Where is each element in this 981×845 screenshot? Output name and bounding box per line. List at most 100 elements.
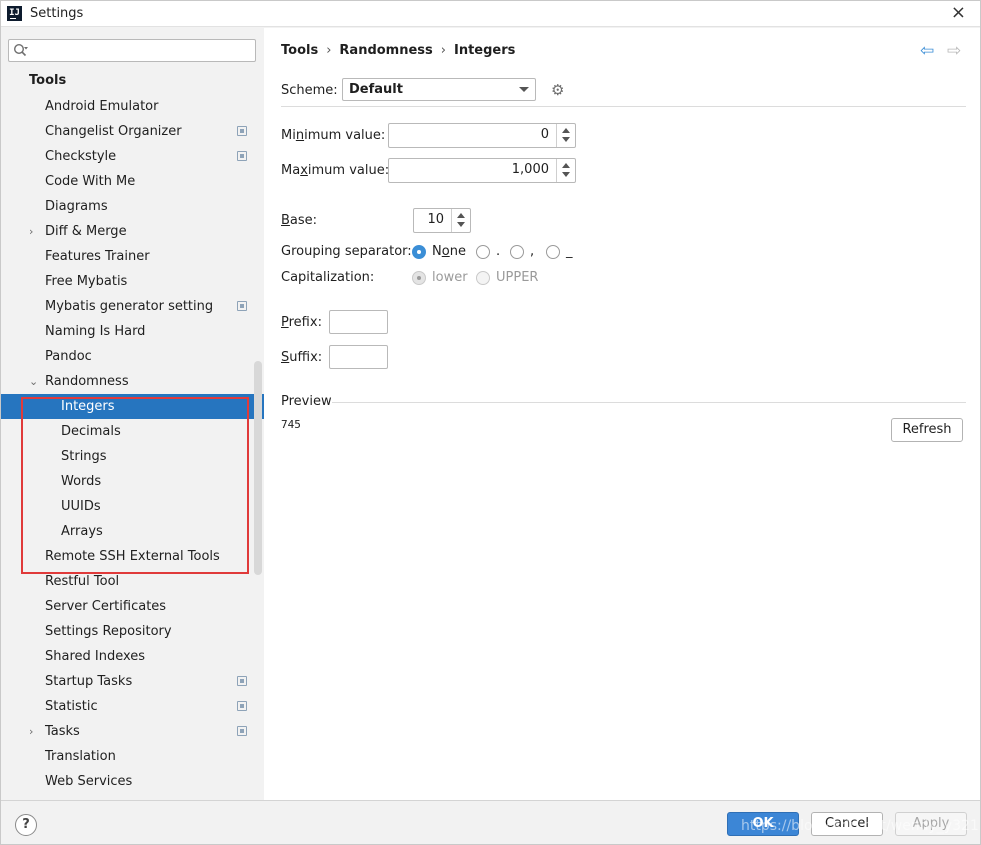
sidebar-item-arrays[interactable]: Arrays <box>1 519 253 544</box>
sidebar-item-server-certificates[interactable]: Server Certificates <box>1 594 253 619</box>
chevron-right-icon[interactable]: › <box>29 219 33 244</box>
search-icon <box>13 43 28 57</box>
grouping-comma-radio[interactable] <box>510 245 524 259</box>
chevron-down-icon[interactable]: ⌄ <box>29 369 38 394</box>
sidebar-item-restful-tool[interactable]: Restful Tool <box>1 569 253 594</box>
sidebar-item-decimals[interactable]: Decimals <box>1 419 253 444</box>
sidebar-item-label: Checkstyle <box>45 149 117 164</box>
label-part: imum value: <box>304 128 386 143</box>
sidebar-item-web-services[interactable]: Web Services <box>1 769 253 794</box>
project-level-icon <box>237 301 247 311</box>
breadcrumb-separator: › <box>440 43 446 58</box>
back-arrow-icon[interactable]: ⇦ <box>920 41 934 61</box>
capitalization-upper-radio[interactable] <box>476 271 490 285</box>
tree-section-header: Tools <box>29 73 67 88</box>
max-value-label: Maximum value: <box>281 163 389 178</box>
chevron-right-icon[interactable]: › <box>29 719 33 744</box>
sidebar-item-diagrams[interactable]: Diagrams <box>1 194 253 219</box>
sidebar-item-tasks[interactable]: › Tasks <box>1 719 253 744</box>
sidebar-item-mybatis-generator-setting[interactable]: Mybatis generator setting <box>1 294 253 319</box>
max-value-spinner[interactable]: 1,000 <box>388 158 576 183</box>
preview-divider <box>332 402 966 403</box>
spinner-up-icon[interactable] <box>562 163 570 168</box>
suffix-label: Suffix: <box>281 350 322 365</box>
grouping-period-radio[interactable] <box>476 245 490 259</box>
ok-button[interactable]: OK <box>727 812 799 836</box>
sidebar-item-label: Arrays <box>61 524 103 539</box>
window-title: Settings <box>30 6 84 21</box>
sidebar-item-code-with-me[interactable]: Code With Me <box>1 169 253 194</box>
sidebar-item-randomness[interactable]: ⌄ Randomness <box>1 369 253 394</box>
spinner-down-icon[interactable] <box>562 137 570 142</box>
capitalization-lower-radio[interactable] <box>412 271 426 285</box>
gear-icon[interactable]: ⚙ <box>551 81 564 99</box>
grouping-none-label[interactable]: None <box>432 244 466 259</box>
prefix-input[interactable] <box>329 310 388 334</box>
sidebar-item-startup-tasks[interactable]: Startup Tasks <box>1 669 253 694</box>
sidebar-item-label: Features Trainer <box>45 249 150 264</box>
settings-search[interactable] <box>8 39 256 62</box>
search-input[interactable] <box>31 42 249 59</box>
suffix-input[interactable] <box>329 345 388 369</box>
breadcrumb-integers: Integers <box>453 43 516 58</box>
spinner-buttons[interactable] <box>556 159 575 182</box>
breadcrumb-separator: › <box>326 43 332 58</box>
cancel-button[interactable]: Cancel <box>811 812 883 836</box>
close-icon[interactable]: × <box>951 3 966 23</box>
sidebar-item-label: Shared Indexes <box>45 649 146 664</box>
sidebar-item-features-trainer[interactable]: Features Trainer <box>1 244 253 269</box>
grouping-underscore-radio[interactable] <box>546 245 560 259</box>
label-part: refix: <box>288 315 322 330</box>
sidebar-item-settings-repository[interactable]: Settings Repository <box>1 619 253 644</box>
grouping-underscore-label[interactable]: _ <box>566 244 573 259</box>
help-icon[interactable]: ? <box>15 814 37 836</box>
spinner-buttons[interactable] <box>451 209 470 232</box>
sidebar-item-statistic[interactable]: Statistic <box>1 694 253 719</box>
sidebar-item-words[interactable]: Words <box>1 469 253 494</box>
sidebar-item-changelist-organizer[interactable]: Changelist Organizer <box>1 119 253 144</box>
prefix-label: Prefix: <box>281 315 322 330</box>
sidebar-item-remote-ssh-external-tools[interactable]: Remote SSH External Tools <box>1 544 253 569</box>
sidebar-item-checkstyle[interactable]: Checkstyle <box>1 144 253 169</box>
project-level-icon <box>237 126 247 136</box>
spinner-up-icon[interactable] <box>562 128 570 133</box>
sidebar-item-naming-is-hard[interactable]: Naming Is Hard <box>1 319 253 344</box>
title-bar: IJ Settings × <box>1 1 980 27</box>
base-value: 10 <box>427 212 444 227</box>
refresh-button[interactable]: Refresh <box>891 418 963 442</box>
spinner-down-icon[interactable] <box>562 172 570 177</box>
grouping-none-radio[interactable] <box>412 245 426 259</box>
apply-button[interactable]: Apply <box>895 812 967 836</box>
sidebar-item-diff-merge[interactable]: › Diff & Merge <box>1 219 253 244</box>
sidebar-item-label: Pandoc <box>45 349 92 364</box>
min-value-spinner[interactable]: 0 <box>388 123 576 148</box>
sidebar-scrollbar[interactable] <box>254 361 262 575</box>
label-part: Ma <box>281 163 301 178</box>
sidebar-item-pandoc[interactable]: Pandoc <box>1 344 253 369</box>
capitalization-upper-label[interactable]: UPPER <box>496 270 538 285</box>
grouping-period-label[interactable]: . <box>496 244 500 259</box>
sidebar-item-shared-indexes[interactable]: Shared Indexes <box>1 644 253 669</box>
dialog-footer: ? OK Cancel Apply https://blog.csdn.net/… <box>1 800 980 844</box>
spinner-up-icon[interactable] <box>457 213 465 218</box>
scheme-dropdown[interactable]: Default <box>342 78 536 101</box>
sidebar-item-strings[interactable]: Strings <box>1 444 253 469</box>
sidebar-item-uuids[interactable]: UUIDs <box>1 494 253 519</box>
base-spinner[interactable]: 10 <box>413 208 471 233</box>
sidebar-item-android-emulator[interactable]: Android Emulator <box>1 94 253 119</box>
sidebar-item-integers[interactable]: Integers <box>1 394 264 419</box>
spinner-down-icon[interactable] <box>457 222 465 227</box>
sidebar-item-label: Decimals <box>61 424 121 439</box>
forward-arrow-icon[interactable]: ⇨ <box>947 41 961 61</box>
sidebar-item-free-mybatis[interactable]: Free Mybatis <box>1 269 253 294</box>
sidebar-item-label: Remote SSH External Tools <box>45 549 220 564</box>
breadcrumb-randomness: Randomness <box>339 43 433 58</box>
sidebar-item-translation[interactable]: Translation <box>1 744 253 769</box>
sidebar-item-label: Startup Tasks <box>45 674 133 689</box>
grouping-comma-label[interactable]: , <box>530 244 534 259</box>
label-part: N <box>432 244 442 259</box>
capitalization-lower-label[interactable]: lower <box>432 270 468 285</box>
sidebar-item-label: Statistic <box>45 699 98 714</box>
sidebar-item-label: Randomness <box>45 374 129 389</box>
spinner-buttons[interactable] <box>556 124 575 147</box>
